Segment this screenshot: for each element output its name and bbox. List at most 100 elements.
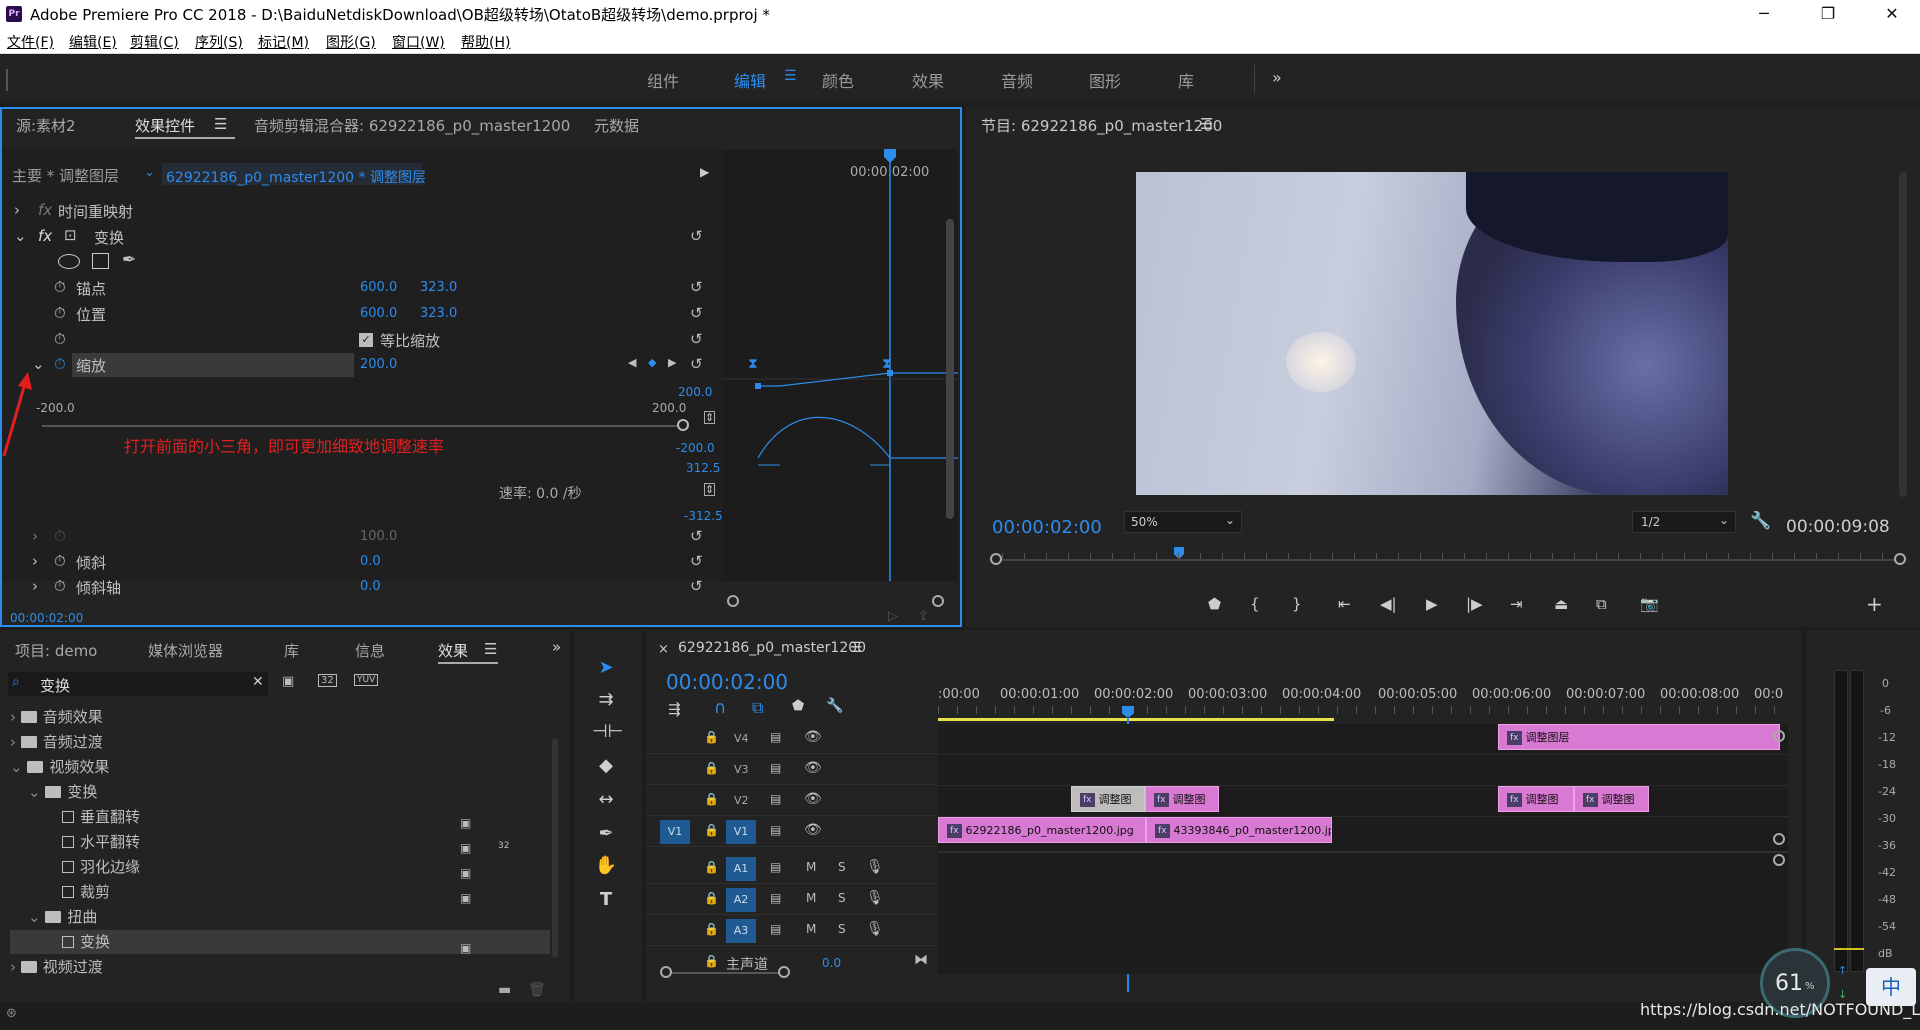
scrub-handle-right[interactable] bbox=[1894, 553, 1906, 565]
reset-icon[interactable]: ↺ bbox=[690, 355, 703, 373]
menu-file[interactable]: 文件(F) bbox=[7, 32, 54, 52]
sync-lock-icon[interactable]: ▤ bbox=[770, 891, 781, 905]
hand-tool-icon[interactable]: ✋ bbox=[592, 852, 620, 880]
tree-item-video-effects[interactable]: ⌄ 视频效果 bbox=[10, 756, 550, 780]
tab-menu-icon[interactable]: ☰ bbox=[484, 640, 497, 658]
reset-icon[interactable]: ↺ bbox=[690, 577, 703, 595]
menu-marker[interactable]: 标记(M) bbox=[258, 32, 309, 52]
lock-icon[interactable]: 🔒 bbox=[704, 823, 719, 837]
zoom-handle-right[interactable] bbox=[932, 595, 944, 607]
uniform-scale-checkbox[interactable]: ✓ bbox=[359, 333, 373, 347]
reset-icon[interactable]: ↺ bbox=[690, 552, 703, 570]
clip-selector[interactable]: 62922186_p0_master1200 * 调整图层 bbox=[166, 167, 426, 187]
add-keyframe-icon[interactable]: ◆ bbox=[648, 356, 656, 369]
scroll-handle[interactable] bbox=[1773, 854, 1785, 866]
workspace-tab-assembly[interactable]: 组件 bbox=[647, 68, 679, 92]
tree-item-edge-feather[interactable]: 羽化边缘 bbox=[62, 856, 602, 880]
tab-source[interactable]: 源:素材2 bbox=[16, 115, 76, 136]
anchor-y-value[interactable]: 323.0 bbox=[420, 280, 457, 295]
lock-icon[interactable]: 🔒 bbox=[704, 860, 719, 874]
clip-adjustment-layer[interactable]: fx 调整图 bbox=[1574, 786, 1649, 812]
32-bit-effects-icon[interactable]: 32 bbox=[318, 674, 337, 687]
video-preview[interactable] bbox=[1136, 172, 1728, 495]
reset-icon[interactable]: ↺ bbox=[690, 304, 703, 322]
workspace-tab-audio[interactable]: 音频 bbox=[1001, 68, 1033, 92]
mute-button[interactable]: M bbox=[806, 860, 816, 874]
position-x-value[interactable]: 600.0 bbox=[360, 306, 397, 321]
skew-value[interactable]: 0.0 bbox=[360, 554, 381, 569]
playhead-icon[interactable] bbox=[1122, 706, 1134, 718]
tab-effect-controls[interactable]: 效果控件 bbox=[135, 115, 195, 136]
solo-button[interactable]: S bbox=[838, 922, 846, 936]
menu-help[interactable]: 帮助(H) bbox=[461, 32, 510, 52]
expand-triangle-icon[interactable]: › bbox=[14, 201, 20, 219]
add-marker-icon[interactable]: ⬟ bbox=[792, 698, 804, 714]
collapse-triangle-icon[interactable]: ⌄ bbox=[14, 227, 27, 245]
sync-lock-icon[interactable]: ▤ bbox=[770, 922, 781, 936]
stopwatch-active-icon[interactable]: ⏱ bbox=[54, 355, 66, 373]
scrub-handle-left[interactable] bbox=[990, 553, 1002, 565]
vertical-scrollbar[interactable] bbox=[1899, 172, 1907, 497]
scale-slider-handle[interactable] bbox=[677, 419, 689, 431]
go-to-out-icon[interactable]: ⇥ bbox=[1510, 595, 1523, 613]
workspace-tab-effects[interactable]: 效果 bbox=[912, 68, 944, 92]
sync-lock-icon[interactable]: ▤ bbox=[770, 860, 781, 874]
export-frame-icon[interactable]: 📷 bbox=[1640, 595, 1659, 613]
tree-item-video-transitions[interactable]: › 视频过渡 bbox=[10, 956, 550, 980]
clip-image-2[interactable]: fx 43393846_p0_master1200.jpg bbox=[1146, 817, 1332, 843]
program-timecode[interactable]: 00:00:02:00 bbox=[992, 517, 1102, 538]
wrench-icon[interactable]: 🔧 bbox=[826, 698, 843, 714]
next-keyframe-icon[interactable]: ▶ bbox=[668, 356, 676, 369]
maximize-button[interactable]: ❐ bbox=[1808, 2, 1848, 26]
tab-audio-clip-mixer[interactable]: 音频剪辑混合器: 62922186_p0_master1200 bbox=[254, 115, 570, 136]
export-icon[interactable]: ⇪ bbox=[918, 609, 929, 624]
go-to-in-icon[interactable]: ⇤ bbox=[1338, 595, 1351, 613]
wrench-icon[interactable]: 🔧 bbox=[1750, 511, 1771, 531]
effects-search-field[interactable]: ⌕ 变换 ✕ bbox=[8, 672, 268, 696]
tab-media-browser[interactable]: 媒体浏览器 bbox=[148, 640, 223, 661]
clip-adjustment-layer[interactable]: fx 调整图 bbox=[1145, 786, 1219, 812]
anchor-x-value[interactable]: 600.0 bbox=[360, 280, 397, 295]
pen-mask-icon[interactable]: ✒ bbox=[122, 250, 136, 270]
clip-image-1[interactable]: fx 62922186_p0_master1200.jpg bbox=[938, 817, 1146, 843]
go-to-end-icon[interactable]: ⧓ bbox=[914, 952, 928, 968]
eye-icon[interactable]: 👁 bbox=[804, 822, 822, 838]
scale-value[interactable]: 200.0 bbox=[360, 357, 397, 372]
graph-fit-icon[interactable]: ⇕ bbox=[704, 483, 716, 496]
track-label-v1[interactable]: V1 bbox=[726, 820, 756, 844]
fx-icon[interactable]: fx bbox=[38, 227, 52, 245]
lock-icon[interactable]: 🔒 bbox=[704, 891, 719, 905]
timeline-timecode[interactable]: 00:00:02:00 bbox=[666, 670, 788, 694]
ellipse-mask-icon[interactable] bbox=[58, 254, 80, 269]
position-y-value[interactable]: 323.0 bbox=[420, 306, 457, 321]
zoom-handle-left[interactable] bbox=[727, 595, 739, 607]
reset-icon[interactable]: ↺ bbox=[690, 330, 703, 348]
extract-icon[interactable]: ⧉ bbox=[1596, 595, 1607, 613]
source-patch-v1[interactable]: V1 bbox=[660, 820, 690, 844]
tree-item-audio-transitions[interactable]: › 音频过渡 bbox=[10, 731, 550, 755]
track-label-a1[interactable]: A1 bbox=[726, 857, 756, 881]
workspace-tab-editing[interactable]: 编辑 bbox=[734, 68, 766, 92]
tree-scrollbar[interactable] bbox=[552, 738, 558, 958]
filter-icon[interactable]: ▷ bbox=[888, 609, 898, 624]
stopwatch-icon[interactable]: ⏱ bbox=[54, 552, 66, 570]
clip-adjustment-layer[interactable]: fx 调整图 bbox=[1071, 786, 1145, 812]
scroll-handle[interactable] bbox=[1773, 833, 1785, 845]
workspace-tab-color[interactable]: 颜色 bbox=[822, 68, 854, 92]
microphone-icon[interactable]: 🎙 bbox=[866, 890, 884, 906]
mark-out-icon[interactable]: } bbox=[1292, 595, 1302, 613]
menu-clip[interactable]: 剪辑(C) bbox=[130, 32, 179, 52]
scroll-handle[interactable] bbox=[1773, 730, 1785, 742]
clear-search-icon[interactable]: ✕ bbox=[252, 674, 264, 690]
zoom-handle-right[interactable] bbox=[778, 966, 790, 978]
yuv-effects-icon[interactable]: YUV bbox=[354, 674, 379, 686]
sync-lock-icon[interactable]: ▤ bbox=[770, 823, 781, 837]
eye-icon[interactable]: 👁 bbox=[804, 729, 822, 745]
nest-icon[interactable]: ⇶ bbox=[668, 700, 681, 718]
stopwatch-icon[interactable]: ⏱ bbox=[54, 330, 66, 348]
solo-button[interactable]: S bbox=[838, 891, 846, 905]
zoom-handle-left[interactable] bbox=[660, 966, 672, 978]
stopwatch-icon[interactable]: ⏱ bbox=[54, 278, 66, 296]
selection-tool-icon[interactable]: ➤ bbox=[592, 654, 620, 682]
track-area[interactable] bbox=[938, 724, 1788, 974]
